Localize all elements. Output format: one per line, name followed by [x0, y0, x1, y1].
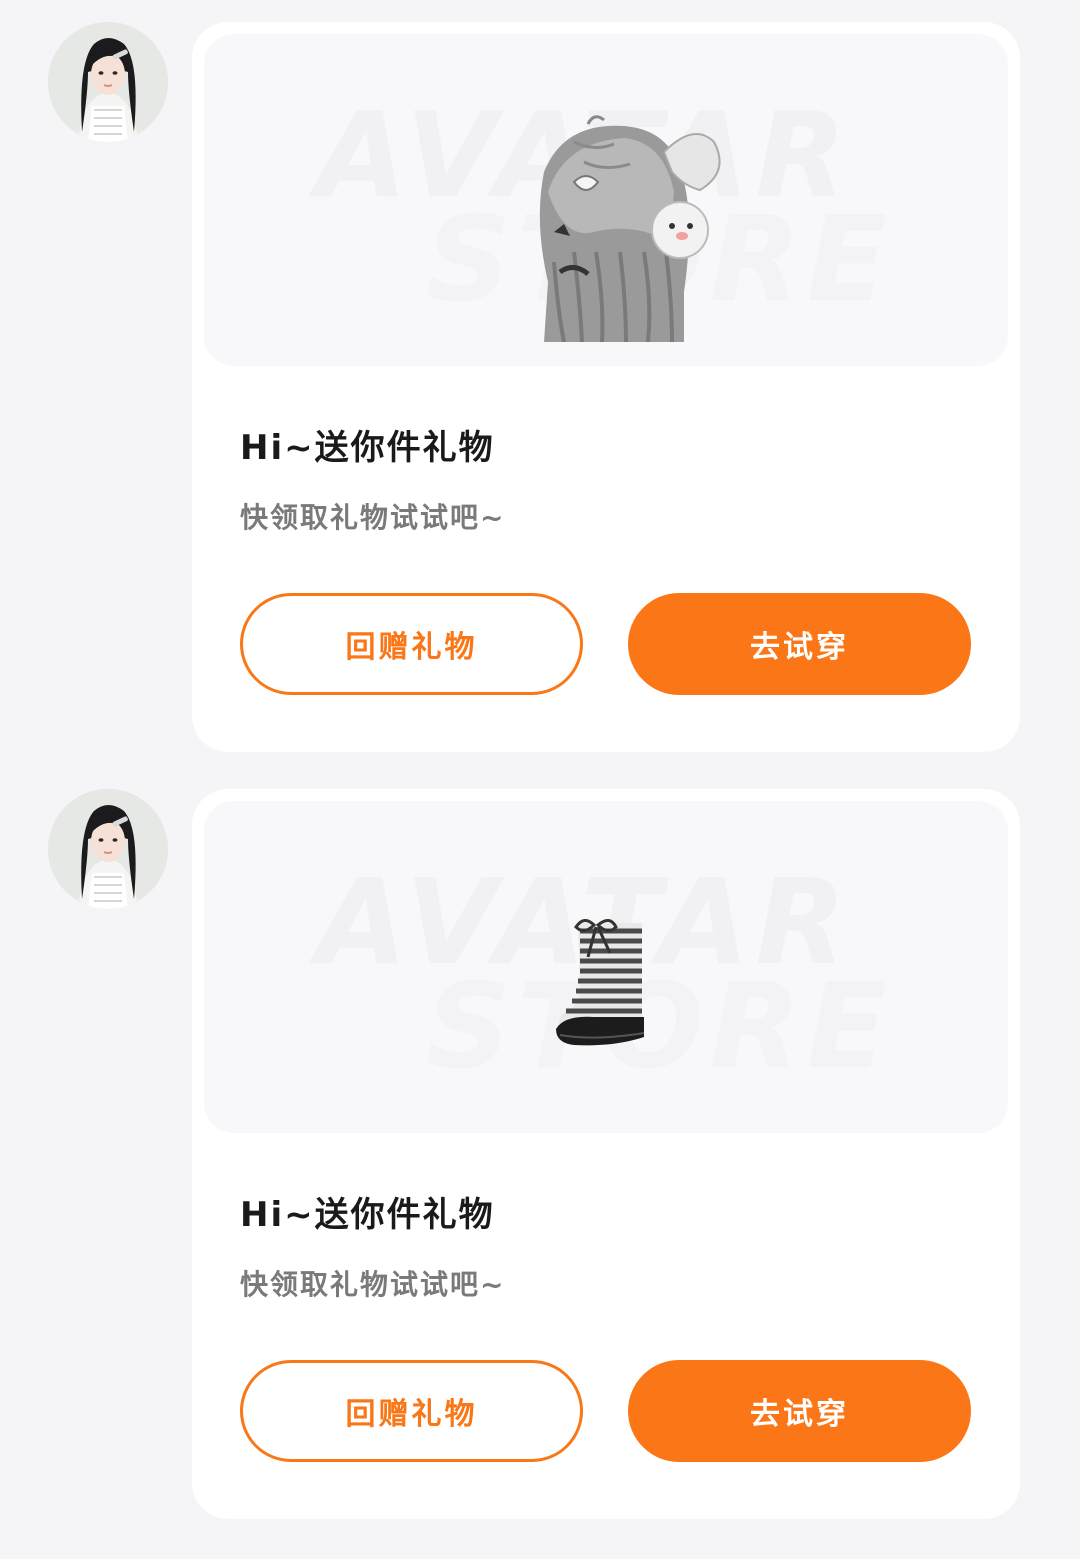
- gift-title: Hi~送你件礼物: [240, 1195, 495, 1235]
- try-on-button[interactable]: 去试穿: [628, 1360, 971, 1462]
- sender-avatar[interactable]: [48, 789, 168, 909]
- gift-subtitle: 快领取礼物试试吧~: [240, 501, 506, 534]
- try-on-button[interactable]: 去试穿: [628, 593, 971, 695]
- gift-item-preview[interactable]: AVATAR STORE: [204, 801, 1008, 1133]
- boot-icon: [556, 919, 645, 1046]
- gift-card: AVATAR STORE Hi~送你件礼物 快领取礼物试试吧~ 回赠礼物 去试穿: [192, 789, 1020, 1519]
- gift-card: AVATAR STORE Hi~送你件礼物 快领取礼物试试吧~ 回赠礼物 去试穿: [192, 22, 1020, 752]
- hair-accessory-icon: [539, 115, 721, 342]
- watermark-line2: STORE: [426, 957, 894, 1095]
- gift-subtitle: 快领取礼物试试吧~: [240, 1268, 506, 1301]
- return-gift-button[interactable]: 回赠礼物: [240, 1360, 583, 1462]
- sender-avatar[interactable]: [48, 22, 168, 142]
- return-gift-button[interactable]: 回赠礼物: [240, 593, 583, 695]
- gift-item-preview[interactable]: AVATAR STORE: [204, 34, 1008, 366]
- gift-title: Hi~送你件礼物: [240, 428, 495, 468]
